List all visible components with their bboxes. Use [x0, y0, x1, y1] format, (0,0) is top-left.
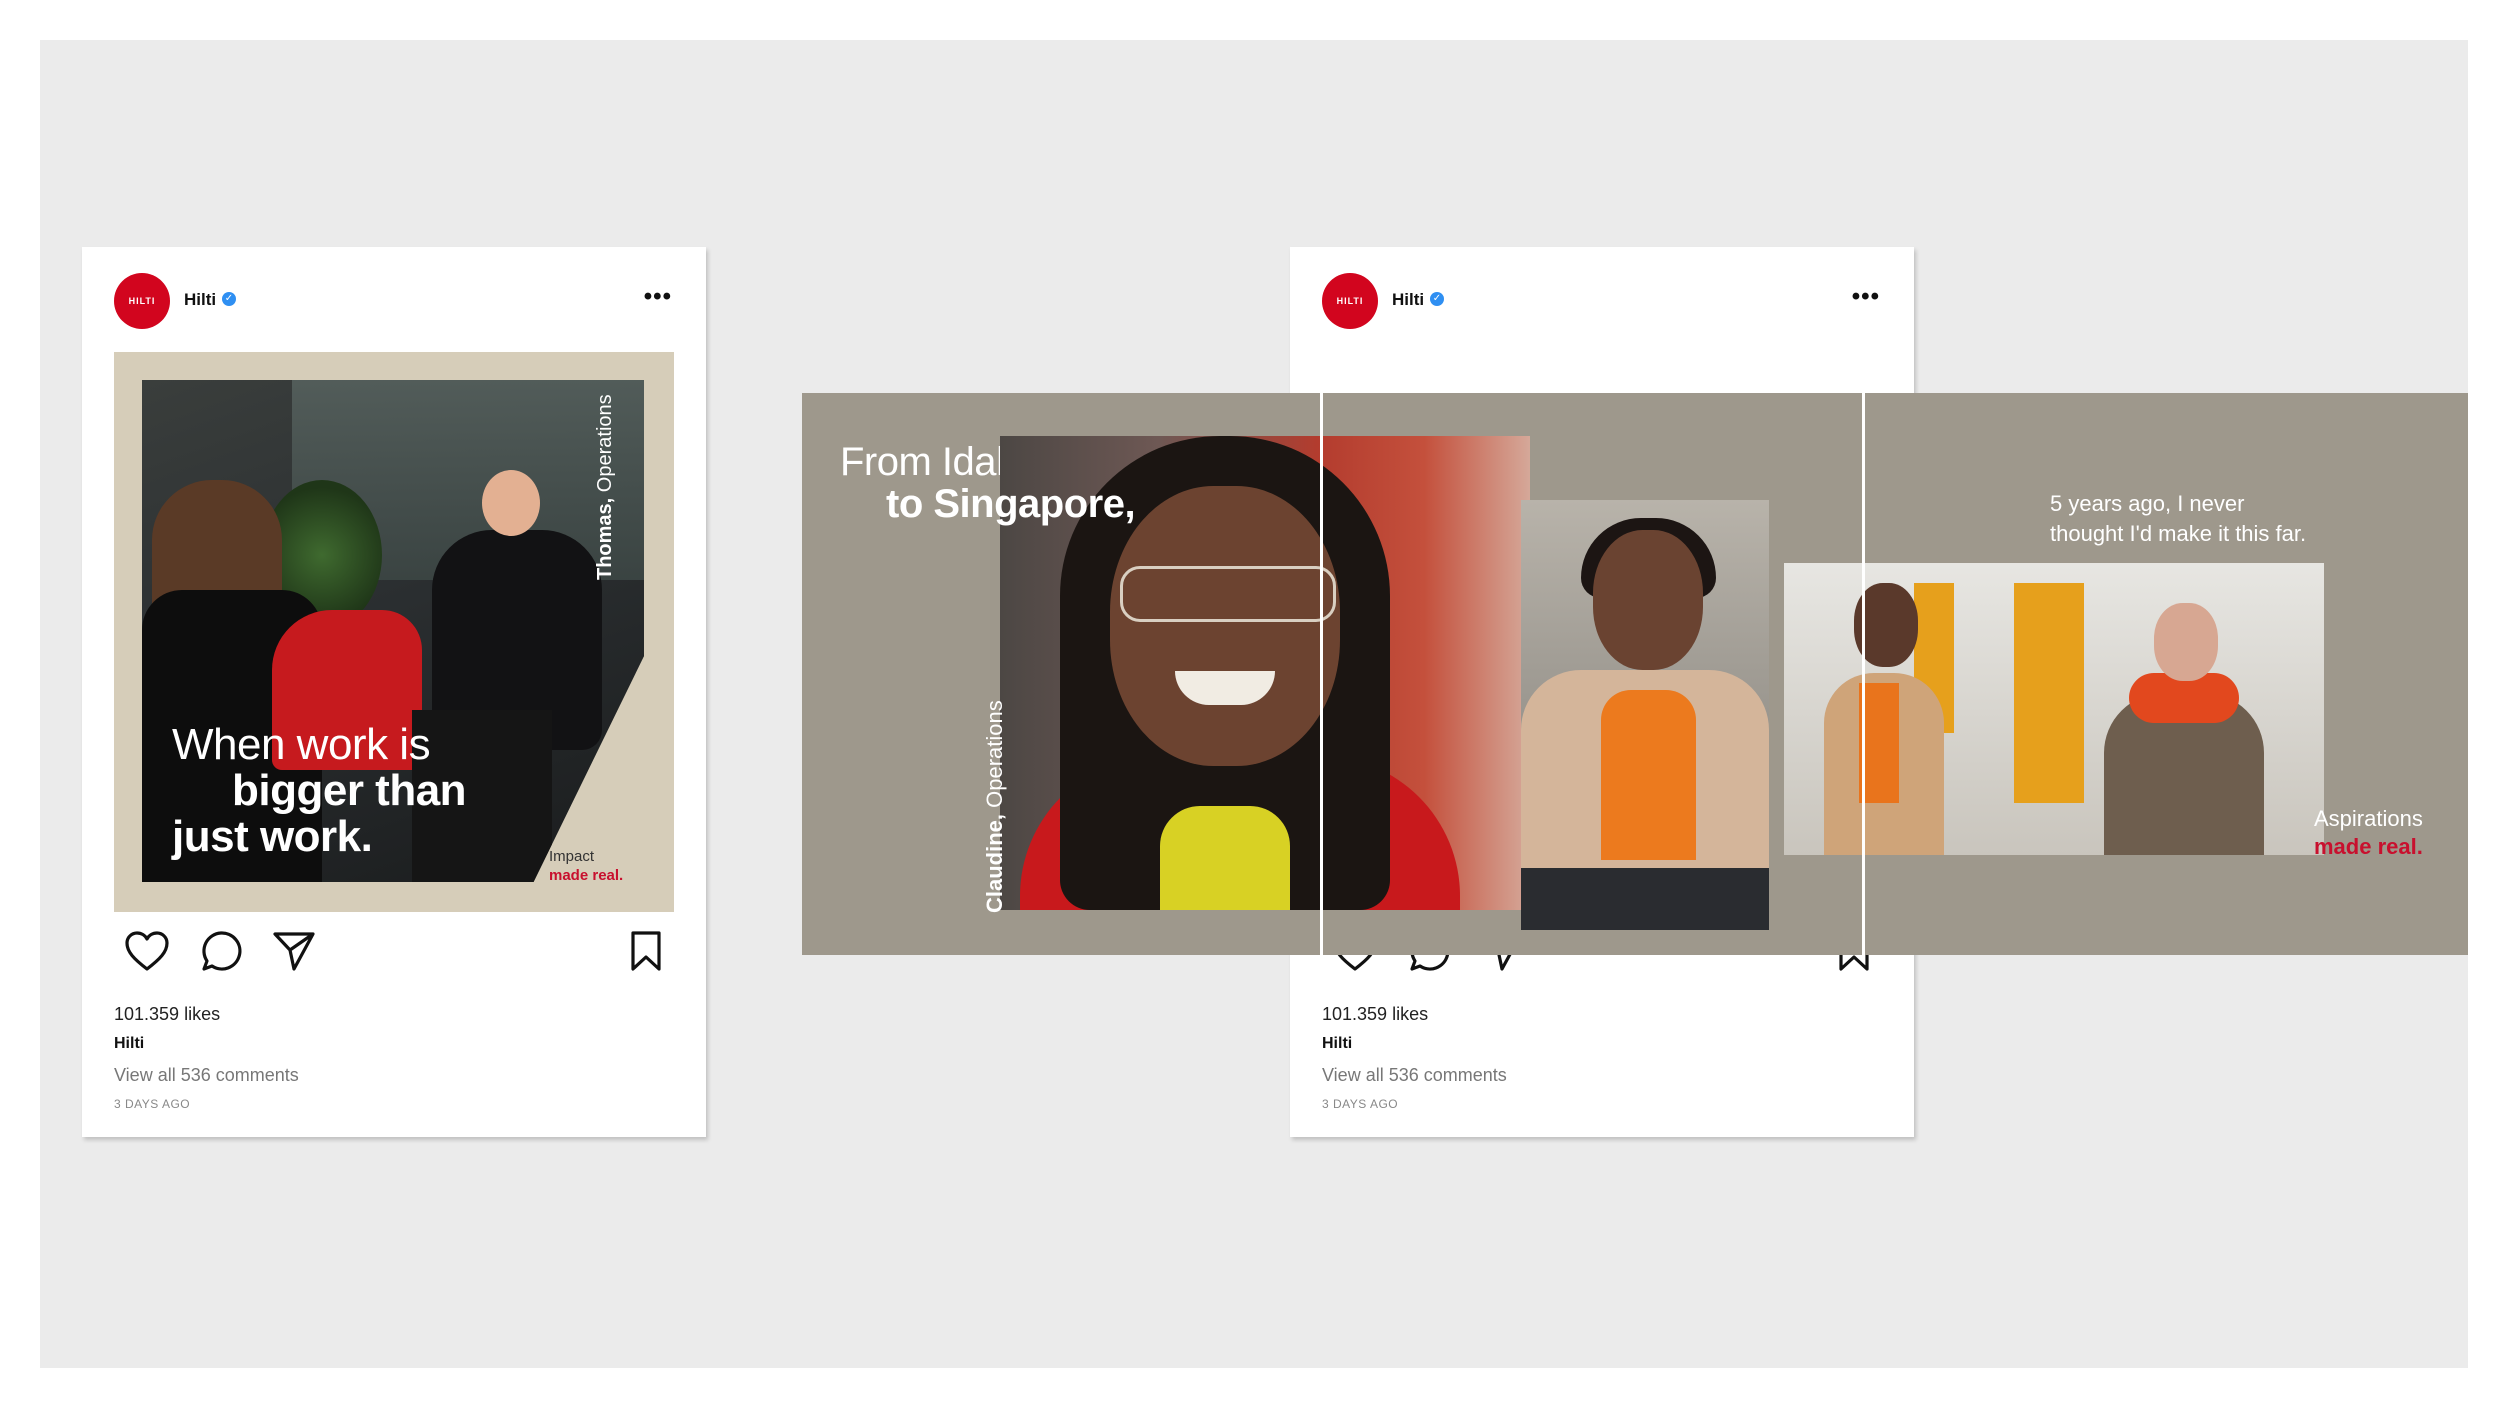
bookmark-icon[interactable]	[629, 930, 663, 972]
post-media[interactable]: Thomas, Operations When work is bigger t…	[114, 352, 674, 912]
more-icon[interactable]: •••	[1852, 283, 1880, 311]
instagram-post-left: HILTI Hilti ✓ ••• Thomas, Operations Whe…	[82, 247, 706, 1137]
post-timestamp: 3 DAYS AGO	[1322, 1097, 1399, 1111]
headline-line-2: to Singapore,	[886, 482, 1136, 526]
hilti-logo: HILTI	[128, 296, 156, 306]
view-comments-link[interactable]: View all 536 comments	[114, 1065, 299, 1086]
headline-line-1: When work is	[172, 720, 431, 769]
carousel-banner[interactable]: From Idaho to Singapore, Claudine, Opera…	[802, 393, 2468, 955]
banner-headline-bold: to Singapore,	[840, 482, 1136, 526]
heart-icon[interactable]	[124, 930, 170, 972]
like-count[interactable]: 101.359 likes	[1322, 1004, 1428, 1025]
username[interactable]: Hilti	[184, 290, 216, 310]
headline-line-3: just work.	[172, 812, 373, 861]
view-comments-link[interactable]: View all 536 comments	[1322, 1065, 1507, 1086]
keyboard-photo	[1521, 500, 1769, 930]
tagline-line-2: made real.	[2314, 834, 2423, 859]
person-role: Operations	[594, 394, 616, 498]
quote-line-1: 5 years ago, I never	[2050, 491, 2245, 516]
post-header: HILTI Hilti ✓ •••	[1290, 247, 1914, 359]
warehouse-photo	[1784, 563, 2324, 855]
like-count[interactable]: 101.359 likes	[114, 1004, 220, 1025]
headline-line-2: bigger than	[232, 766, 467, 815]
caption-username[interactable]: Hilti	[114, 1035, 144, 1053]
hilti-logo: HILTI	[1336, 296, 1364, 306]
canvas-background: HILTI Hilti ✓ ••• Thomas, Operations Whe…	[40, 40, 2468, 1368]
banner-quote: 5 years ago, I never thought I'd make it…	[2050, 489, 2306, 549]
person-role: Operations	[982, 700, 1007, 814]
person-name: Thomas,	[594, 497, 616, 580]
more-icon[interactable]: •••	[644, 283, 672, 311]
avatar[interactable]: HILTI	[114, 273, 170, 329]
brand-tagline: Impact made real.	[549, 847, 623, 885]
person-name: Claudine,	[982, 813, 1007, 913]
post-header: HILTI Hilti ✓ •••	[82, 247, 706, 359]
action-bar	[114, 930, 674, 974]
vertical-caption: Claudine, Operations	[982, 700, 1008, 913]
slide-divider	[1862, 393, 1865, 955]
tagline-line-2: made real.	[549, 867, 624, 884]
tagline-line-1: Aspirations	[2314, 806, 2423, 831]
username[interactable]: Hilti	[1392, 290, 1424, 310]
media-headline: When work is bigger than just work.	[172, 720, 467, 861]
vertical-caption: Thomas, Operations	[594, 394, 617, 580]
comment-icon[interactable]	[200, 930, 242, 972]
tagline-line-1: Impact	[549, 848, 595, 865]
caption-username[interactable]: Hilti	[1322, 1035, 1352, 1053]
brand-tagline: Aspirations made real.	[2314, 805, 2423, 861]
quote-line-2: thought I'd make it this far.	[2050, 521, 2307, 546]
verified-icon: ✓	[222, 292, 236, 306]
post-timestamp: 3 DAYS AGO	[114, 1097, 191, 1111]
verified-icon: ✓	[1430, 292, 1444, 306]
slide-divider	[1320, 393, 1323, 955]
avatar[interactable]: HILTI	[1322, 273, 1378, 329]
send-icon[interactable]	[272, 930, 316, 972]
